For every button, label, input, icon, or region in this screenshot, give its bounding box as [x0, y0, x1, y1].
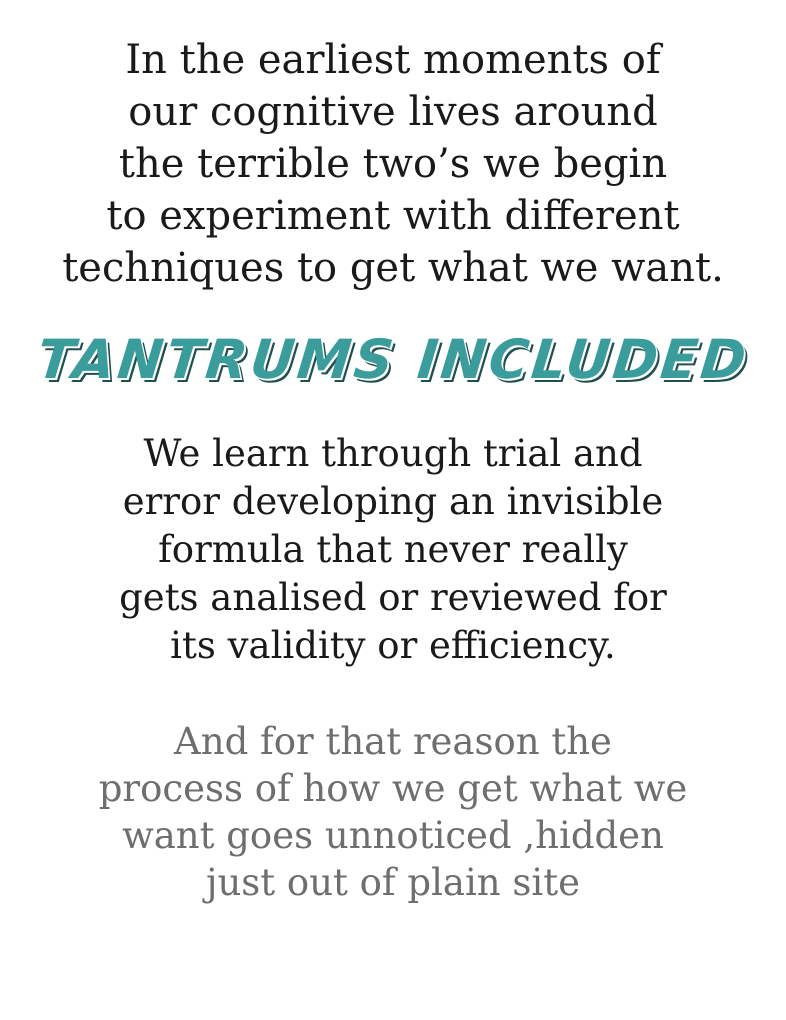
closing-line: And for that reason the: [174, 720, 612, 763]
tantrums-heading: TANTRUMS INCLUDED: [34, 328, 752, 391]
middle-line: error developing an invisible: [122, 480, 664, 523]
intro-line: the terrible two’s we begin: [118, 141, 668, 187]
closing-paragraph: And for that reason the process of how w…: [0, 718, 786, 906]
closing-line: process of how we get what we: [98, 767, 688, 810]
middle-line: We learn through trial and: [143, 432, 643, 475]
closing-line: want goes unnoticed ,hidden: [122, 814, 664, 857]
closing-line: just out of plain site: [206, 861, 580, 904]
middle-line: gets analised or reviewed for: [119, 576, 667, 619]
intro-line: our cognitive lives around: [128, 89, 658, 135]
page: In the earliest moments of our cognitive…: [0, 0, 786, 1020]
intro-line: In the earliest moments of: [125, 37, 661, 83]
middle-paragraph: We learn through trial and error develop…: [0, 430, 786, 670]
middle-line: its validity or efficiency.: [170, 624, 616, 667]
intro-paragraph: In the earliest moments of our cognitive…: [0, 34, 786, 294]
intro-line: to experiment with different: [106, 193, 680, 239]
intro-line: techniques to get what we want.: [62, 245, 724, 291]
middle-line: formula that never really: [158, 528, 628, 571]
